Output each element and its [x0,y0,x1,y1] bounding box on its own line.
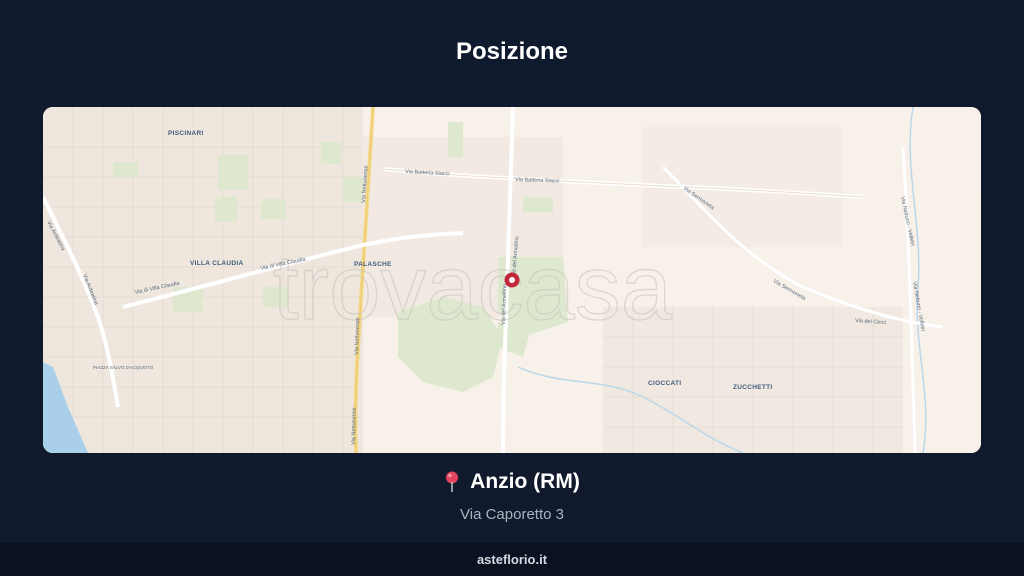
district-label: VILLA CLAUDIA [190,260,244,267]
road-label: Via Nettunense [351,407,358,445]
district-label: PISCINARI [168,130,204,137]
map-view[interactable]: trovacasa PISCINARI VILLA CLAUDIA PALASC… [43,107,981,453]
location-address: Via Caporetto 3 [460,506,564,523]
location-info: Anzio (RM) Via Caporetto 3 [0,470,1024,523]
footer: asteflorio.it [0,543,1024,576]
district-label: PALASCHE [354,261,392,268]
page-title: Posizione [455,38,569,65]
district-label: CIOCCATI [648,380,681,387]
map-watermark: trovacasa [273,237,673,339]
footer-site[interactable]: asteflorio.it [477,552,547,567]
district-label: ZUCCHETTI [733,384,773,391]
location-city: Anzio (RM) [470,470,580,493]
location-marker[interactable] [504,272,520,288]
map-canvas[interactable]: trovacasa PISCINARI VILLA CLAUDIA PALASC… [43,107,981,453]
district-label: PIAZZA SALVO D'ACQUISTO [93,365,154,370]
map-pin-icon [444,471,460,493]
